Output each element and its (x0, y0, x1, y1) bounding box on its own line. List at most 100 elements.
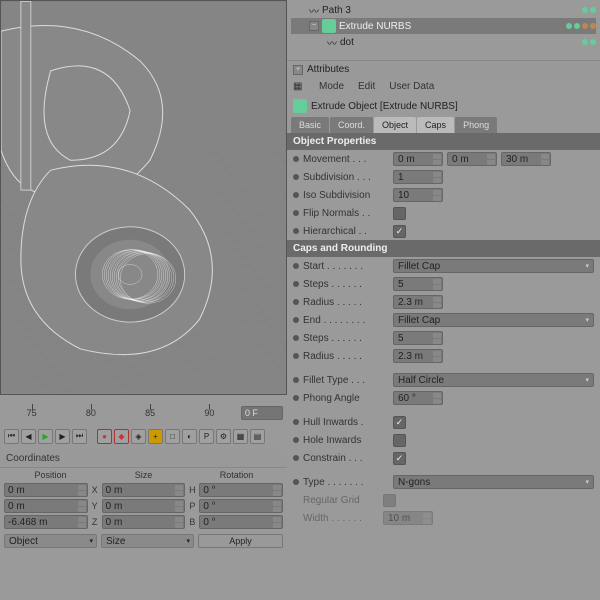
radius1-field[interactable]: 2.3 m (393, 295, 443, 309)
tab-basic[interactable]: Basic (291, 117, 329, 133)
menu-userdata[interactable]: User Data (389, 81, 434, 92)
key-rot-button[interactable]: ◐ (182, 429, 197, 444)
tree-item-path3[interactable]: 〰 Path 3 (291, 2, 596, 18)
width-field[interactable]: 10 m (383, 511, 433, 525)
col-size: Size (97, 470, 190, 480)
tree-item-dot[interactable]: 〰 dot (291, 34, 596, 50)
options-button[interactable]: ⚙ (216, 429, 231, 444)
autokey-button[interactable]: ◆ (114, 429, 129, 444)
apply-button[interactable]: Apply (198, 534, 283, 548)
subdivision-field[interactable]: 1 (393, 170, 443, 184)
goto-start-button[interactable]: ⏮ (4, 429, 19, 444)
type-label: Type . . . . . . . (303, 477, 389, 488)
flip-checkbox[interactable] (393, 207, 406, 220)
size-y-field[interactable]: 0 m (102, 499, 186, 513)
spline-icon: 〰 (327, 35, 337, 50)
iso-label: Iso Subdivision (303, 190, 389, 201)
flip-label: Flip Normals . . (303, 208, 389, 219)
menu-mode[interactable]: Mode (319, 81, 344, 92)
hole-label: Hole Inwards (303, 435, 389, 446)
frame-display[interactable]: 0 F (241, 406, 283, 420)
axis-b: B (187, 517, 197, 527)
timeline-tick: 85 (123, 408, 178, 418)
tree-item-extrude[interactable]: − Extrude NURBS (291, 18, 596, 34)
goto-end-button[interactable]: ⏭ (72, 429, 87, 444)
pos-z-field[interactable]: -6.468 m (4, 515, 88, 529)
tab-phong[interactable]: Phong (455, 117, 497, 133)
constrain-label: Constrain . . . (303, 453, 389, 464)
timeline-tick: 75 (4, 408, 59, 418)
section-caps: Caps and Rounding (287, 240, 600, 257)
steps2-field[interactable]: 5 (393, 331, 443, 345)
fillet-label: Fillet Type . . . (303, 375, 389, 386)
axis-x: X (90, 485, 100, 495)
tab-object[interactable]: Object (374, 117, 416, 133)
col-position: Position (4, 470, 97, 480)
hier-checkbox[interactable]: ✓ (393, 225, 406, 238)
grid-checkbox[interactable] (383, 494, 396, 507)
constrain-checkbox[interactable]: ✓ (393, 452, 406, 465)
hull-checkbox[interactable]: ✓ (393, 416, 406, 429)
type-dropdown[interactable]: N-gons (393, 475, 594, 489)
axis-y: Y (90, 501, 100, 511)
play-button[interactable]: ▶ (38, 429, 53, 444)
steps1-field[interactable]: 5 (393, 277, 443, 291)
viewport-3d[interactable] (0, 0, 287, 395)
coords-title: Coordinates (0, 450, 287, 468)
axis-z: Z (90, 517, 100, 527)
key-button[interactable]: ◈ (131, 429, 146, 444)
options3-button[interactable]: ▤ (250, 429, 265, 444)
attributes-header[interactable]: + Attributes (287, 60, 600, 78)
steps2-label: Steps . . . . . . (303, 333, 389, 344)
timeline-tick: 90 (182, 408, 237, 418)
subdivision-label: Subdivision . . . (303, 172, 389, 183)
coords-size-dropdown[interactable]: Size (101, 534, 194, 548)
rot-b-field[interactable]: 0 ° (199, 515, 283, 529)
radius2-label: Radius . . . . . (303, 351, 389, 362)
record-button[interactable]: ● (97, 429, 112, 444)
start-dropdown[interactable]: Fillet Cap (393, 259, 594, 273)
col-rotation: Rotation (190, 470, 283, 480)
movement-y-field[interactable]: 0 m (447, 152, 497, 166)
key-pos-button[interactable]: + (148, 429, 163, 444)
collapse-icon[interactable]: − (309, 21, 319, 31)
rot-p-field[interactable]: 0 ° (199, 499, 283, 513)
pos-y-field[interactable]: 0 m (4, 499, 88, 513)
radius2-field[interactable]: 2.3 m (393, 349, 443, 363)
size-z-field[interactable]: 0 m (102, 515, 186, 529)
section-object-props: Object Properties (287, 133, 600, 150)
key-param-button[interactable]: P (199, 429, 214, 444)
next-frame-button[interactable]: ▶ (55, 429, 70, 444)
size-x-field[interactable]: 0 m (102, 483, 186, 497)
axis-h: H (187, 485, 197, 495)
phong-label: Phong Angle (303, 393, 389, 404)
steps1-label: Steps . . . . . . (303, 279, 389, 290)
axis-p: P (187, 501, 197, 511)
tab-coord[interactable]: Coord. (330, 117, 373, 133)
attr-menu: ▦ Mode Edit User Data (287, 78, 600, 95)
radius1-label: Radius . . . . . (303, 297, 389, 308)
grid-label: Regular Grid (293, 495, 379, 506)
object-tree[interactable]: 〰 Path 3 − Extrude NURBS 〰 dot (287, 0, 600, 60)
expand-icon[interactable]: + (293, 65, 303, 75)
menu-edit[interactable]: Edit (358, 81, 375, 92)
hier-label: Hierarchical . . (303, 226, 389, 237)
fillet-dropdown[interactable]: Half Circle (393, 373, 594, 387)
coords-mode-dropdown[interactable]: Object (4, 534, 97, 548)
width-label: Width . . . . . . (293, 513, 379, 524)
rot-h-field[interactable]: 0 ° (199, 483, 283, 497)
movement-z-field[interactable]: 30 m (501, 152, 551, 166)
iso-field[interactable]: 10 (393, 188, 443, 202)
movement-x-field[interactable]: 0 m (393, 152, 443, 166)
hole-checkbox[interactable] (393, 434, 406, 447)
end-dropdown[interactable]: Fillet Cap (393, 313, 594, 327)
pos-x-field[interactable]: 0 m (4, 483, 88, 497)
extrude-icon (293, 99, 307, 113)
prev-frame-button[interactable]: ◀ (21, 429, 36, 444)
tab-caps[interactable]: Caps (417, 117, 454, 133)
options2-button[interactable]: ▦ (233, 429, 248, 444)
end-label: End . . . . . . . . (303, 315, 389, 326)
phong-field[interactable]: 60 ° (393, 391, 443, 405)
right-panel: 〰 Path 3 − Extrude NURBS 〰 dot + Attribu… (287, 0, 600, 600)
key-scale-button[interactable]: □ (165, 429, 180, 444)
